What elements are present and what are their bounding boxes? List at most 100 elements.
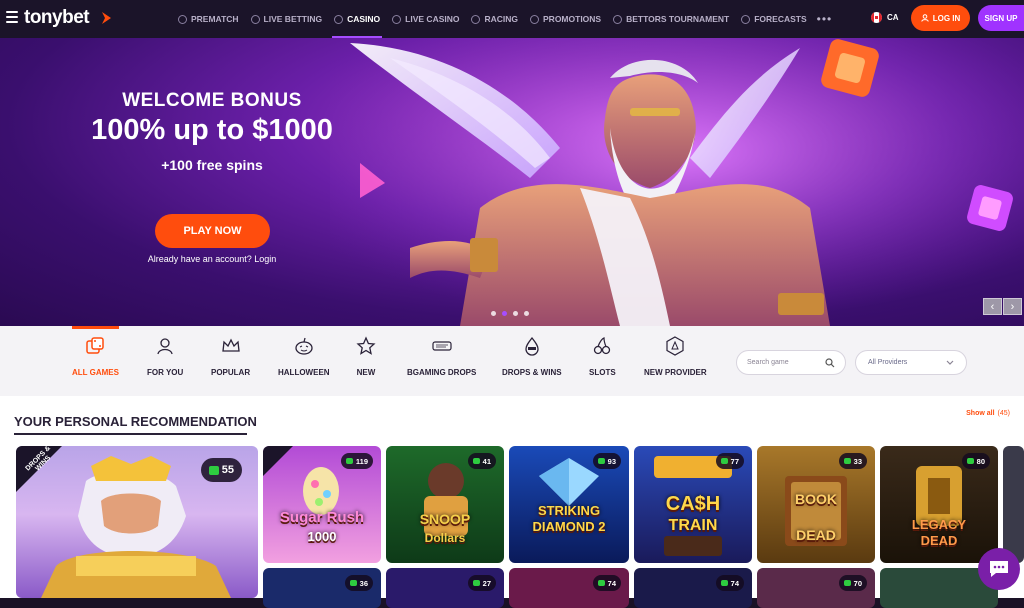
drops-wins-icon <box>525 336 539 356</box>
players-icon <box>345 458 353 464</box>
casino-chip-icon <box>334 14 344 24</box>
nav-label: LIVE BETTING <box>263 14 323 24</box>
category-label: SLOTS <box>589 368 616 377</box>
category-label: DROPS & WINS <box>502 368 562 377</box>
players-badge: 33 <box>838 453 867 469</box>
category-for-you[interactable]: FOR YOU <box>147 336 183 377</box>
category-new[interactable]: NEW <box>356 336 376 377</box>
slider-arrows: ‹ › <box>983 298 1022 315</box>
drops-wins-ribbon <box>263 446 293 476</box>
search-icon <box>825 357 835 367</box>
players-icon <box>843 580 851 586</box>
hero-line-2: 100% up to $1000 <box>91 114 333 146</box>
prev-slide-button[interactable]: ‹ <box>983 298 1002 315</box>
brand-logo[interactable]: tonybet <box>24 7 90 29</box>
chat-button[interactable] <box>978 548 1020 590</box>
featured-game-tile[interactable]: DROPS & WINS 55 <box>16 446 258 598</box>
game-tile-partial[interactable] <box>1003 446 1024 563</box>
main-nav: PREMATCH LIVE BETTING CASINO LIVE CASINO… <box>172 0 832 38</box>
nav-casino[interactable]: CASINO <box>328 0 386 38</box>
horse-icon <box>471 14 481 24</box>
game-tile-sugar-rush[interactable]: Sugar Rush 1000 119 <box>263 446 381 563</box>
sparkle-person-icon <box>157 338 173 355</box>
recommendation-section: YOUR PERSONAL RECOMMENDATION Show all (45… <box>0 396 1024 608</box>
play-now-button[interactable]: PLAY NOW <box>155 214 270 248</box>
hero-banner[interactable]: WELCOME BONUS 100% up to $1000 +100 free… <box>0 38 1024 326</box>
game-tile-snoop-dogg-dollars[interactable]: SNOOP Dollars 41 <box>386 446 504 563</box>
soccer-ball-icon <box>178 14 187 24</box>
canada-flag-icon[interactable] <box>871 12 882 23</box>
players-badge: 119 <box>340 453 373 469</box>
slide-dot[interactable] <box>524 311 529 316</box>
game-tile-legacy-of-dead[interactable]: LEGACY DEAD 80 <box>880 446 998 563</box>
players-badge: 27 <box>467 575 496 591</box>
nav-promotions[interactable]: PROMOTIONS <box>524 0 607 38</box>
game-tile-striking-diamond-2[interactable]: STRIKING DIAMOND 2 93 <box>509 446 629 563</box>
zeus-illustration <box>330 38 1024 326</box>
game-tile[interactable]: 27 <box>386 568 504 608</box>
next-slide-button[interactable]: › <box>1003 298 1022 315</box>
already-have-account-link[interactable]: Already have an account? Login <box>0 254 424 264</box>
category-bgaming-drops[interactable]: BGAMING DROPS <box>407 336 476 377</box>
category-popular[interactable]: POPULAR <box>211 336 250 377</box>
game-title: Sugar Rush <box>279 509 365 526</box>
game-subtitle: DIAMOND 2 <box>532 519 606 534</box>
crown-icon <box>221 338 240 352</box>
players-icon <box>208 465 219 475</box>
players-icon <box>472 458 480 464</box>
more-menu-button[interactable]: ••• <box>817 12 833 26</box>
chevron-down-icon <box>946 360 954 365</box>
game-tile-cash-train[interactable]: CA$H TRAIN 77 <box>634 446 752 563</box>
signup-button[interactable]: SIGN UP <box>978 5 1024 31</box>
nav-label: LIVE CASINO <box>405 14 460 24</box>
game-tile-book-of-dead[interactable]: BOOK DEAD 33 <box>757 446 875 563</box>
logo-mark-icon <box>102 12 111 24</box>
slide-dot-active[interactable] <box>502 311 507 316</box>
nav-live-betting[interactable]: LIVE BETTING <box>245 0 329 38</box>
players-icon <box>843 458 851 464</box>
nav-racing[interactable]: RACING <box>465 0 524 38</box>
provider-icon <box>666 336 684 356</box>
category-label: FOR YOU <box>147 368 184 377</box>
slide-dot[interactable] <box>491 311 496 316</box>
nav-bettors-tournament[interactable]: BETTORS TOURNAMENT <box>607 0 735 38</box>
nav-live-casino[interactable]: LIVE CASINO <box>386 0 465 38</box>
game-tile[interactable]: 74 <box>509 568 629 608</box>
chat-bubble-icon <box>990 561 1008 577</box>
category-slots[interactable]: SLOTS <box>589 336 616 377</box>
category-label: HALLOWEEN <box>278 368 330 377</box>
players-badge: 41 <box>467 453 496 469</box>
nav-prematch[interactable]: PREMATCH <box>172 0 245 38</box>
category-drops-wins[interactable]: DROPS & WINS <box>502 336 562 377</box>
search-game-input[interactable]: Search game <box>736 350 846 375</box>
game-tile[interactable]: 36 <box>263 568 381 608</box>
category-all-games[interactable]: ALL GAMES <box>72 326 119 377</box>
game-subtitle: Dollars <box>424 531 466 545</box>
section-title-underline <box>14 433 247 435</box>
hero-line-1: WELCOME BONUS <box>122 90 302 111</box>
players-icon <box>720 458 728 464</box>
country-code[interactable]: CA <box>887 13 899 22</box>
category-halloween[interactable]: HALLOWEEN <box>278 336 330 377</box>
category-new-provider[interactable]: NEW PROVIDER <box>644 336 707 377</box>
slide-dot[interactable] <box>513 311 518 316</box>
game-tile[interactable]: 70 <box>757 568 875 608</box>
players-icon <box>966 458 974 464</box>
players-icon <box>597 458 605 464</box>
drops-wins-ribbon: DROPS & WINS <box>16 446 62 492</box>
star-icon <box>356 336 376 355</box>
game-tile[interactable]: 74 <box>634 568 752 608</box>
menu-icon[interactable] <box>6 11 18 25</box>
players-count: 55 <box>221 464 234 476</box>
dice-icon <box>86 337 105 354</box>
nav-label: CASINO <box>347 14 381 24</box>
providers-select[interactable]: All Providers <box>855 350 967 375</box>
game-title: BOOK <box>795 491 837 507</box>
show-all-link[interactable]: Show all (45) <box>966 410 1010 417</box>
game-title: SNOOP <box>419 511 471 527</box>
login-button[interactable]: LOG IN <box>911 5 970 31</box>
nav-label: BETTORS TOURNAMENT <box>626 14 730 24</box>
nav-forecasts[interactable]: FORECASTS <box>735 0 812 38</box>
nav-label: FORECASTS <box>754 14 807 24</box>
game-title: LEGACY <box>911 517 967 532</box>
